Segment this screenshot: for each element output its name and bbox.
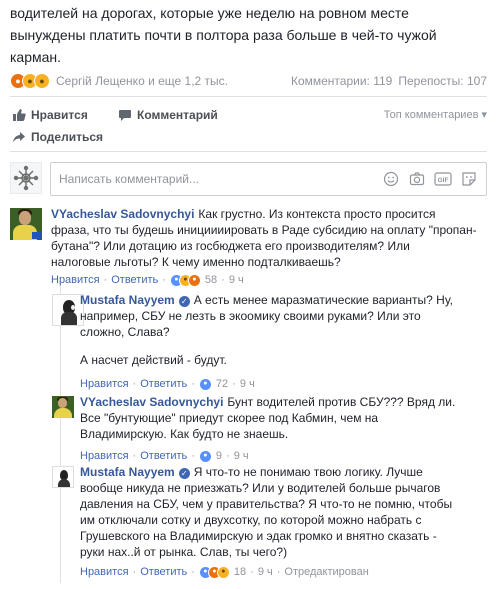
comment-reactions-count: 9 bbox=[215, 450, 223, 462]
comment-line: давления на СБУ, чем у правительства? Я … bbox=[80, 497, 453, 511]
comment-reactions[interactable]: ● bbox=[198, 377, 212, 391]
comment-line: налоговые льготы? К чему именно подталки… bbox=[51, 255, 341, 269]
share-icon bbox=[13, 132, 25, 143]
comment-author[interactable]: VYacheslav Sadovnychyi bbox=[51, 207, 194, 221]
ornament-icon bbox=[13, 165, 39, 191]
share-button[interactable]: Поделиться bbox=[12, 130, 103, 144]
comment-button[interactable]: Комментарий bbox=[118, 108, 218, 122]
comment-line: руки нах..й от рынка. Слав, ты чего?) bbox=[80, 545, 288, 559]
comment-text: Mustafa Nayyem ✓ А есть менее маразматичес… bbox=[80, 292, 487, 368]
comment-line: сложно, Слава? bbox=[80, 325, 170, 339]
camera-icon[interactable] bbox=[408, 170, 426, 188]
reaction-icons[interactable]: ● ● ● bbox=[10, 73, 50, 89]
comment-sort-dropdown[interactable]: Топ комментариев ▾ bbox=[384, 108, 487, 121]
verified-badge-icon: ✓ bbox=[178, 468, 190, 479]
comment-meta: Нравится · Ответить · ● 9 · 9 ч bbox=[80, 448, 249, 464]
thumbs-up-icon bbox=[13, 109, 26, 121]
sticker-icon[interactable] bbox=[460, 170, 478, 188]
comment-like-button[interactable]: Нравится bbox=[80, 376, 129, 392]
post-text-line: водителей на дорогах, которые уже неделю… bbox=[10, 5, 409, 21]
comment-line: Я что-то не понимаю твою логику. Лучше bbox=[193, 465, 423, 479]
comment-reply-button[interactable]: Ответить bbox=[111, 272, 158, 288]
comment-reactions[interactable]: ● ● ● bbox=[169, 273, 201, 287]
comment-line: Как грустно. Из контекста просто проситс… bbox=[198, 207, 436, 221]
avatar[interactable] bbox=[10, 208, 42, 240]
comment-line: например, СБУ не лезть в экоомику своими… bbox=[80, 309, 421, 323]
comment-reactions-count: 72 bbox=[215, 378, 229, 390]
comment-line: Бунт водителей против СБУ??? Вряд ли. bbox=[227, 395, 456, 409]
comment-line: вообще никуда не приезжать? Или у водите… bbox=[80, 481, 441, 495]
verified-badge-icon: ✓ bbox=[178, 296, 190, 307]
comment-line: им отключали сотку и двухсотку, по котор… bbox=[80, 513, 422, 527]
post-text-line: вынуждены платить почти в полтора раза б… bbox=[10, 27, 437, 43]
comment-time[interactable]: 9 ч bbox=[258, 564, 273, 580]
comment-author[interactable]: Mustafa Nayyem bbox=[80, 293, 175, 307]
gif-icon[interactable]: GIF bbox=[434, 170, 452, 188]
like-reaction-icon: ● bbox=[198, 377, 212, 391]
reactors-text[interactable]: Сергій Лещенко и еще 1,2 тыс. bbox=[56, 74, 291, 88]
shares-count[interactable]: Перепосты: 107 bbox=[398, 74, 487, 88]
comment-line: бутана"? Или дотацию из госбюджета его п… bbox=[51, 239, 410, 253]
like-label: Нравится bbox=[31, 108, 88, 122]
comment-line: Владимирскую. Как будто не знаешь. bbox=[80, 427, 289, 441]
sad-reaction-icon: ● bbox=[34, 73, 50, 89]
comment-text: VYacheslav Sadovnychyi Как грустно. Из ко… bbox=[51, 206, 487, 270]
comment-reactions[interactable]: ● bbox=[198, 449, 212, 463]
comment-input[interactable] bbox=[59, 172, 382, 186]
comment-reply-button[interactable]: Ответить bbox=[140, 564, 187, 580]
comment-line: Все "бунтующие" приедут скорее под Кабми… bbox=[80, 411, 379, 425]
comment-time[interactable]: 9 ч bbox=[229, 272, 244, 288]
comment-like-button[interactable]: Нравится bbox=[80, 564, 129, 580]
emoji-picker-icon[interactable] bbox=[382, 170, 400, 188]
comment-reactions-count: 58 bbox=[204, 274, 218, 286]
angry-reaction-icon: ● bbox=[187, 273, 201, 287]
svg-text:GIF: GIF bbox=[438, 177, 449, 184]
comment-text: VYacheslav Sadovnychyi Бунт водителей про… bbox=[80, 394, 487, 442]
comment-meta: Нравится · Ответить · ● 72 · 9 ч bbox=[80, 376, 255, 392]
comment-composer: GIF bbox=[10, 160, 487, 198]
avatar[interactable] bbox=[52, 396, 74, 418]
post-text: водителей на дорогах, которые уже неделю… bbox=[10, 2, 490, 68]
comment-line: фраза, что ты будешь инициииировать в Ра… bbox=[51, 223, 477, 237]
reply-thread-line bbox=[60, 283, 61, 583]
comment-like-button[interactable]: Нравится bbox=[51, 272, 100, 288]
comment-label: Комментарий bbox=[137, 108, 218, 122]
comment-line: Грушевского на Владимирскую и эдак громк… bbox=[80, 529, 437, 543]
comments-count[interactable]: Комментарии: 119 bbox=[291, 74, 392, 88]
comment-edited[interactable]: Отредактирован bbox=[284, 564, 368, 580]
comment-reactions[interactable]: ● ● ● bbox=[198, 565, 230, 579]
comment-reply-button[interactable]: Ответить bbox=[140, 376, 187, 392]
comment-line: А насчет действий - будут. bbox=[80, 353, 227, 367]
comment-time[interactable]: 9 ч bbox=[240, 376, 255, 392]
divider bbox=[10, 151, 487, 152]
comment-author[interactable]: VYacheslav Sadovnychyi bbox=[80, 395, 223, 409]
comment-time[interactable]: 9 ч bbox=[234, 448, 249, 464]
comment-meta: Нравится · Ответить · ● ● ● 18 · 9 ч · Отр… bbox=[80, 564, 369, 580]
avatar[interactable] bbox=[52, 466, 74, 488]
current-user-avatar bbox=[10, 162, 42, 194]
comment-text: Mustafa Nayyem ✓ Я что-то не понимаю твою … bbox=[80, 464, 487, 560]
comment-like-button[interactable]: Нравится bbox=[80, 448, 129, 464]
comment-author[interactable]: Mustafa Nayyem bbox=[80, 465, 175, 479]
divider bbox=[10, 96, 487, 97]
comment-line: А есть менее маразматические варианты? Н… bbox=[193, 293, 453, 307]
comment-icon bbox=[119, 110, 131, 121]
comment-meta: Нравится · Ответить · ● ● ● 58 · 9 ч bbox=[51, 272, 244, 288]
comment-input-box: GIF bbox=[50, 162, 487, 196]
post-text-line: карман. bbox=[10, 49, 62, 65]
like-reaction-icon: ● bbox=[198, 449, 212, 463]
like-button[interactable]: Нравится bbox=[12, 108, 88, 122]
share-label: Поделиться bbox=[31, 130, 104, 144]
comment-reply-button[interactable]: Ответить bbox=[140, 448, 187, 464]
haha-reaction-icon: ● bbox=[216, 565, 230, 579]
reactions-summary: ● ● ● Сергій Лещенко и еще 1,2 тыс. Комм… bbox=[10, 70, 487, 92]
comment-reactions-count: 18 bbox=[233, 566, 247, 578]
